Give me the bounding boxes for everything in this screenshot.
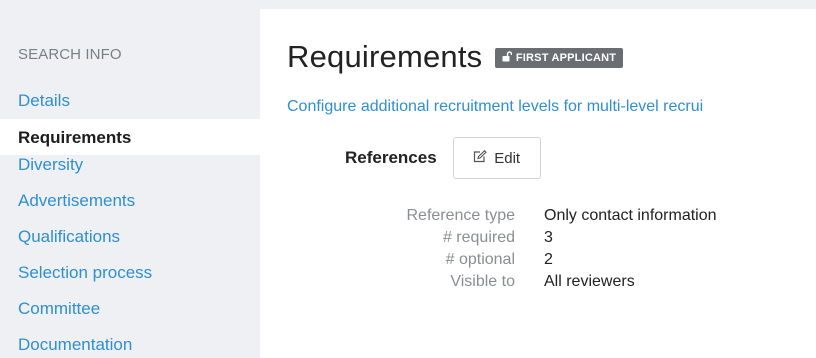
detail-value: All reviewers [544,273,635,290]
references-details: Reference type Only contact information … [260,205,816,293]
edit-button[interactable]: Edit [452,137,541,179]
detail-label: Visible to [450,273,515,290]
detail-label: Reference type [406,207,515,224]
sidebar-nav: Details Requirements Diversity Advertise… [0,87,260,358]
detail-value: 2 [544,251,553,268]
top-bar [260,0,816,9]
unlock-icon [502,49,513,69]
section-title: References [345,148,437,167]
sidebar-heading: SEARCH INFO [18,46,122,63]
detail-row-visible-to: Visible to All reviewers [260,271,816,293]
page-header: Requirements FIRST APPLICANT [287,39,624,75]
status-badge: FIRST APPLICANT [494,48,624,69]
page-title: Requirements [287,39,483,74]
detail-row-reference-type: Reference type Only contact information [260,205,816,227]
edit-button-label: Edit [494,149,521,167]
detail-row-required: # required 3 [260,227,816,249]
app-window: SEARCH INFO Details Requirements Diversi… [0,0,816,358]
references-section-header: References Edit [345,137,541,179]
sidebar-item-selection-process[interactable]: Selection process [0,259,260,295]
sidebar-item-details[interactable]: Details [0,87,260,123]
sidebar-item-documentation[interactable]: Documentation [0,331,260,358]
sidebar: SEARCH INFO Details Requirements Diversi… [0,0,260,358]
detail-row-optional: # optional 2 [260,249,816,271]
sidebar-item-diversity[interactable]: Diversity [0,151,260,187]
sidebar-item-qualifications[interactable]: Qualifications [0,223,260,259]
status-badge-label: FIRST APPLICANT [515,52,617,64]
sidebar-item-advertisements[interactable]: Advertisements [0,187,260,223]
detail-value: 3 [544,229,553,246]
sidebar-item-committee[interactable]: Committee [0,295,260,331]
pencil-square-icon [473,149,488,167]
detail-label: # required [442,229,515,246]
configure-recruitment-levels-link[interactable]: Configure additional recruitment levels … [287,98,816,116]
main-content: Requirements FIRST APPLICANT Configure a… [260,9,816,358]
sidebar-item-requirements[interactable]: Requirements [0,119,260,155]
detail-value: Only contact information [544,207,717,224]
detail-label: # optional [445,251,515,268]
